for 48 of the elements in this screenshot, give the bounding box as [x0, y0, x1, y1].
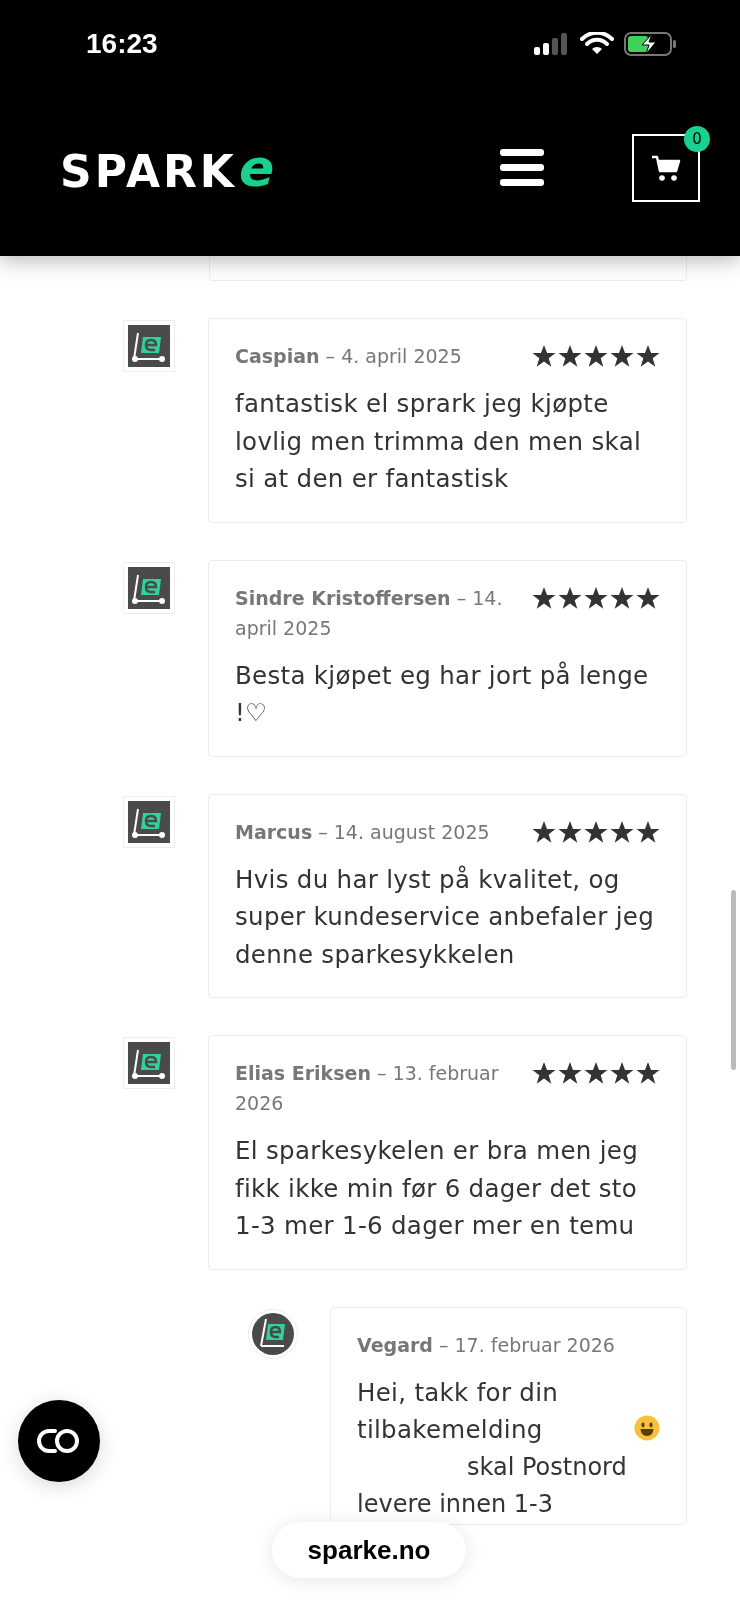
cart-count-badge: 0	[684, 126, 710, 152]
star-icon	[636, 819, 660, 844]
site-logo[interactable]: SPARKe	[60, 142, 500, 194]
scooter-logo-avatar	[123, 320, 175, 372]
review-text: El sparkesykelen er bra men jeg fikk ikke min før 6 dager det sto 1-3 mer 1-6 dager mer en temu	[235, 1135, 640, 1242]
cart-button[interactable]	[632, 134, 700, 202]
star-icon	[610, 585, 634, 610]
scooter-logo-avatar	[123, 1037, 175, 1089]
scooter-logo-avatar	[248, 1308, 298, 1359]
star-icon	[558, 585, 582, 610]
star-icon	[532, 585, 556, 610]
star-icon	[584, 344, 608, 368]
review-text: Besta kjøpet eg har jort på lenge !♡	[235, 659, 650, 729]
star-icon	[584, 819, 608, 844]
status-time: 16:23	[86, 28, 158, 60]
star-icon	[558, 819, 582, 844]
star-icon	[610, 1061, 634, 1085]
battery-charging-icon	[624, 32, 678, 56]
star-icon	[636, 585, 660, 610]
star-icon	[532, 819, 556, 844]
url-pill[interactable]: sparke.no	[272, 1522, 466, 1578]
reply-text: skal Postnord levere innen 1-3	[357, 1451, 628, 1520]
star-icon	[610, 344, 634, 368]
scooter-logo-avatar	[123, 795, 175, 848]
review-text: fantastisk el sprark jeg kjøpte lovlig men trimma den men skal si at den er fantastisk	[235, 388, 643, 495]
star-icon	[558, 344, 582, 368]
cart-icon	[651, 154, 681, 182]
review-author-date: Caspian – 4. april 2025	[235, 344, 463, 369]
chat-icon	[37, 1428, 81, 1454]
star-icon	[584, 1061, 608, 1085]
star-icon	[558, 1061, 582, 1085]
reply-author-date: Vegard – 17. februar 2026	[357, 1332, 616, 1358]
star-icon	[584, 585, 608, 610]
scooter-logo-avatar	[123, 561, 175, 614]
signal-icon	[534, 33, 570, 55]
smiley-icon	[634, 1414, 660, 1441]
star-icon	[532, 1061, 556, 1085]
review-author-date: Marcus – 14. august 2025	[235, 819, 491, 845]
review-author-date: Elias Eriksen – 13. februar 2026	[235, 1061, 500, 1116]
menu-icon[interactable]	[500, 149, 544, 187]
star-icon	[636, 1061, 660, 1085]
review-text: Hvis du har lyst på kvalitet, og super kundeservice anbefaler jeg denne sparkesykkelen	[235, 863, 656, 971]
star-icon	[532, 344, 556, 368]
review-author-date: Sindre Kristoffersen – 14. april 2025	[235, 585, 504, 641]
wifi-icon	[580, 32, 614, 56]
scrollbar[interactable]	[731, 890, 736, 1070]
star-icon	[636, 344, 660, 368]
star-icon	[610, 819, 634, 844]
